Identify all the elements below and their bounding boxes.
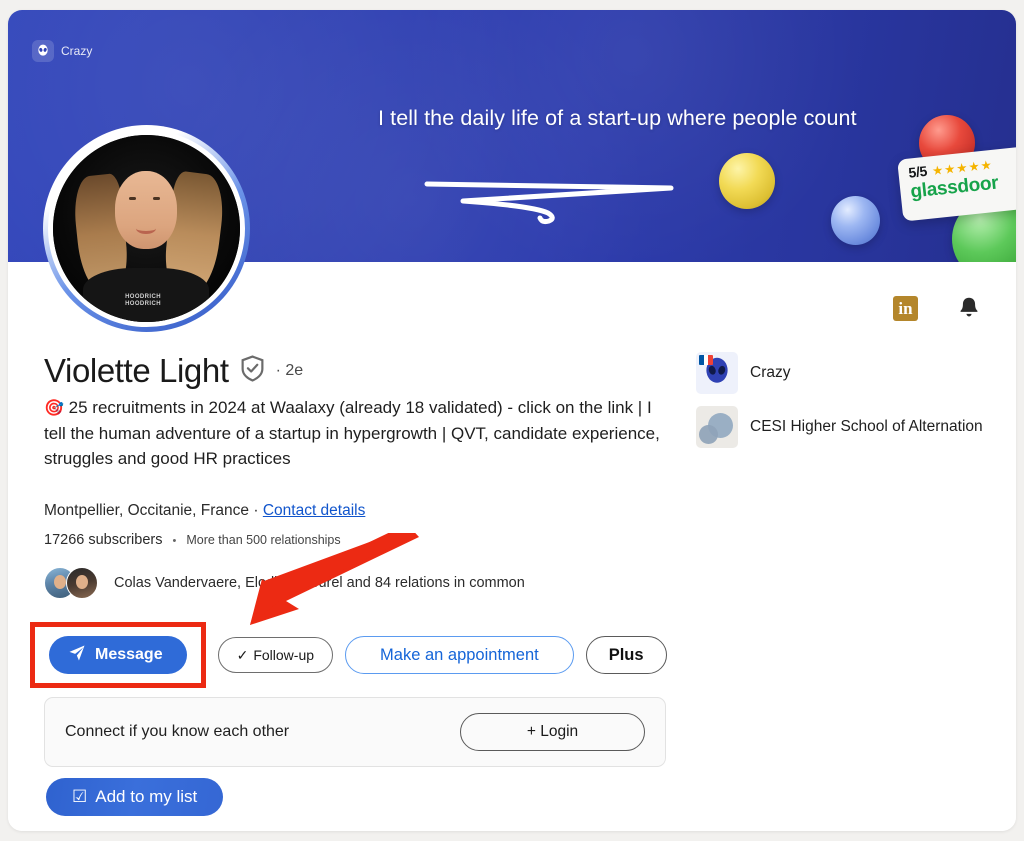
mutual-avatars: [44, 567, 106, 599]
decorative-sphere-yellow: [719, 153, 775, 209]
glassdoor-score: 5/5: [907, 162, 928, 181]
organization-name: CESI Higher School of Alternation: [750, 418, 983, 435]
organization-name: Crazy: [750, 364, 791, 381]
connection-degree: · 2e: [275, 362, 304, 379]
add-to-my-list-button[interactable]: ☑ Add to my list: [46, 778, 224, 816]
action-button-row: Message ✓ Follow-up Make an appointment …: [30, 622, 667, 688]
profile-stats-row: 17266 subscribers • More than 500 relati…: [44, 532, 341, 548]
page-title: Violette Light: [44, 352, 229, 389]
profile-location: Montpellier, Occitanie, France ·: [44, 502, 259, 519]
message-button-label: Message: [95, 646, 163, 663]
profile-name-row: Violette Light · 2e: [44, 352, 303, 390]
banner-company-label: Crazy: [61, 44, 93, 58]
subscriber-count[interactable]: 17266 subscribers: [44, 532, 163, 548]
french-flag-icon: [699, 355, 713, 365]
organizations-column: Crazy CESI Higher School of Alternation: [696, 352, 986, 460]
contact-details-link[interactable]: Contact details: [263, 502, 366, 519]
cesi-logo-icon: [696, 406, 738, 448]
screenshot-root: Crazy I tell the daily life of a start-u…: [0, 0, 1024, 841]
glassdoor-rating-badge: 5/5 ★★★★★ glassdoor: [897, 146, 1016, 222]
organization-item-crazy[interactable]: Crazy: [696, 352, 986, 394]
swoosh-underline-icon: [424, 181, 674, 225]
linkedin-icon[interactable]: in: [893, 295, 918, 321]
stats-separator: •: [172, 535, 177, 547]
add-to-my-list-label: Add to my list: [95, 787, 198, 806]
profile-avatar-ring[interactable]: HOODRICH HOODRICH: [43, 125, 250, 332]
profile-headline: 🎯 25 recruitments in 2024 at Waalaxy (al…: [44, 395, 664, 471]
follow-up-label: Follow-up: [253, 647, 315, 663]
alien-icon: [32, 40, 54, 62]
mutual-connections-row[interactable]: Colas Vandervaere, Elodie Pejeurel and 8…: [44, 567, 525, 599]
login-button[interactable]: + Login: [460, 713, 645, 751]
banner-tagline: I tell the daily life of a start-up wher…: [378, 106, 857, 130]
check-icon: ✓: [236, 646, 249, 663]
crazy-alien-logo-icon: [696, 352, 738, 394]
organization-item-cesi[interactable]: CESI Higher School of Alternation: [696, 406, 986, 448]
profile-location-row: Montpellier, Occitanie, France · Contact…: [44, 502, 365, 520]
profile-body: in Violette Light · 2e 🎯 25 recruitments…: [8, 262, 1016, 831]
banner-company-chip[interactable]: Crazy: [32, 40, 92, 62]
profile-headline-text: 25 recruitments in 2024 at Waalaxy (alre…: [44, 398, 660, 468]
mutual-avatar-2: [66, 567, 98, 599]
make-appointment-button[interactable]: Make an appointment: [345, 636, 574, 674]
connect-prompt-card: Connect if you know each other + Login: [44, 697, 666, 767]
send-icon: [68, 644, 86, 667]
avatar: HOODRICH HOODRICH: [48, 130, 245, 327]
mutual-connections-text: Colas Vandervaere, Elodie Pejeurel and 8…: [114, 575, 525, 591]
follow-up-button[interactable]: ✓ Follow-up: [217, 637, 334, 673]
checkbox-checked-icon: ☑: [72, 787, 88, 806]
linkedin-profile-card: Crazy I tell the daily life of a start-u…: [8, 10, 1016, 831]
message-button[interactable]: Message: [49, 636, 187, 674]
connect-prompt-text: Connect if you know each other: [65, 723, 290, 740]
relationship-count[interactable]: More than 500 relationships: [186, 533, 340, 547]
plus-button[interactable]: Plus: [585, 636, 667, 674]
decorative-sphere-blue: [831, 196, 880, 245]
notification-bell-icon[interactable]: [956, 295, 982, 321]
target-emoji-icon: 🎯: [44, 400, 64, 417]
social-icon-group: in: [893, 295, 982, 321]
message-button-highlight: Message: [30, 622, 206, 688]
verified-shield-icon: [240, 355, 265, 387]
